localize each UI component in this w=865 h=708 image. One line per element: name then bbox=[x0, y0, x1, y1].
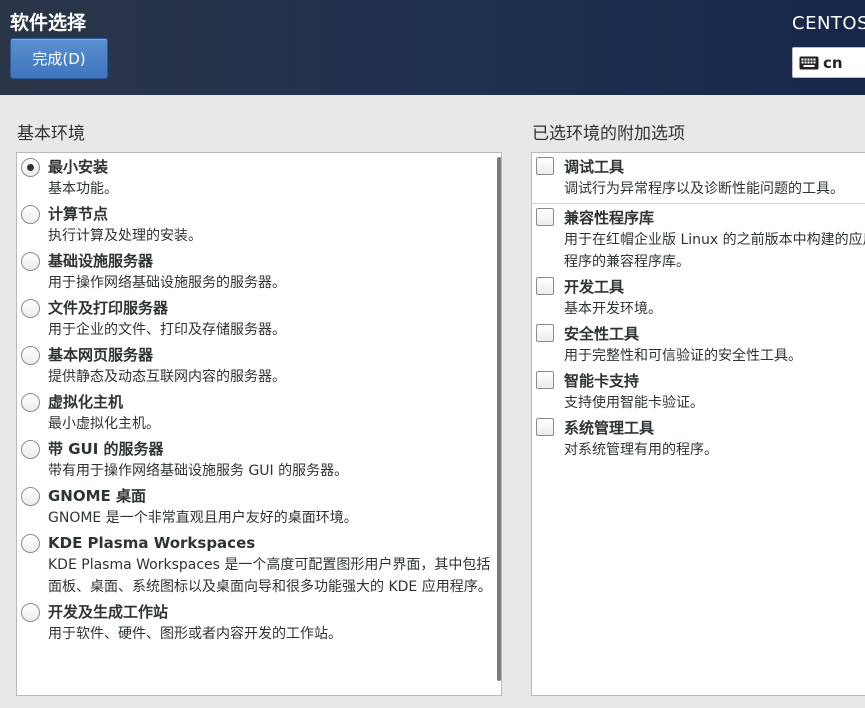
product-name: CENTOS bbox=[792, 13, 865, 34]
addon-name: 调试工具 bbox=[564, 158, 625, 176]
environment-name: 最小安装 bbox=[48, 158, 109, 176]
addon-description: 用于完整性和可信验证的安全性工具。 bbox=[564, 348, 802, 364]
radio-button[interactable] bbox=[21, 393, 40, 412]
environment-description: 带有用于操作网络基础设施服务 GUI 的服务器。 bbox=[48, 463, 349, 479]
radio-button[interactable] bbox=[21, 534, 40, 553]
addon-description: 调试行为异常程序以及诊断性能问题的工具。 bbox=[564, 181, 844, 197]
addons-heading: 已选环境的附加选项 bbox=[532, 124, 685, 144]
environment-name: KDE Plasma Workspaces bbox=[48, 534, 256, 552]
base-environment-list-panel: 最小安装基本功能。计算节点执行计算及处理的安装。 基础设施服务器用于操作网络基础设… bbox=[16, 152, 502, 696]
addon-name: 开发工具 bbox=[564, 278, 625, 296]
done-button[interactable]: 完成(D) bbox=[10, 38, 108, 79]
scrollbar-thumb[interactable] bbox=[497, 157, 501, 681]
addons-list: 调试工具调试行为异常程序以及诊断性能问题的工具。 兼容性程序库用于在红帽企业版 L… bbox=[532, 153, 865, 461]
base-environment-heading: 基本环境 bbox=[17, 124, 85, 144]
keyboard-icon bbox=[799, 56, 819, 69]
environment-description: 最小虚拟化主机。 bbox=[48, 416, 160, 432]
addon-name: 智能卡支持 bbox=[564, 372, 640, 390]
addon-description: 基本开发环境。 bbox=[564, 301, 662, 317]
environment-option[interactable]: GNOME 桌面 GNOME 是一个非常直观且用户友好的桌面环境。 bbox=[17, 482, 497, 529]
environment-name: 带 GUI 的服务器 bbox=[48, 440, 164, 458]
checkbox[interactable] bbox=[536, 324, 554, 342]
radio-button[interactable] bbox=[21, 252, 40, 271]
environment-description: GNOME 是一个非常直观且用户友好的桌面环境。 bbox=[48, 510, 358, 526]
checkbox[interactable] bbox=[536, 157, 554, 175]
environment-option[interactable]: 计算节点执行计算及处理的安装。 bbox=[17, 200, 497, 247]
checkbox[interactable] bbox=[536, 371, 554, 389]
addon-option[interactable]: 开发工具基本开发环境。 bbox=[532, 273, 865, 320]
addon-option[interactable]: 安全性工具用于完整性和可信验证的安全性工具。 bbox=[532, 320, 865, 367]
addon-option[interactable]: 调试工具调试行为异常程序以及诊断性能问题的工具。 bbox=[532, 153, 865, 200]
environment-description: 提供静态及动态互联网内容的服务器。 bbox=[48, 369, 286, 385]
list-fade bbox=[17, 681, 497, 695]
addon-name: 兼容性程序库 bbox=[564, 209, 655, 227]
page-title: 软件选择 bbox=[10, 12, 87, 34]
top-bar: 软件选择 完成(D) CENTOS cn bbox=[0, 0, 865, 95]
addon-description: 支持使用智能卡验证。 bbox=[564, 395, 704, 411]
environment-name: 文件及打印服务器 bbox=[48, 299, 169, 317]
environment-description: KDE Plasma Workspaces 是一个高度可配置图形用户界面，其中包… bbox=[48, 557, 492, 595]
radio-button[interactable] bbox=[21, 603, 40, 622]
radio-button[interactable] bbox=[21, 158, 40, 177]
radio-button[interactable] bbox=[21, 205, 40, 224]
addon-option[interactable]: 兼容性程序库用于在红帽企业版 Linux 的之前版本中构建的应用程序的兼容程序库… bbox=[532, 204, 865, 273]
checkbox[interactable] bbox=[536, 277, 554, 295]
keyboard-layout-indicator[interactable]: cn bbox=[792, 47, 865, 78]
addons-list-panel: 调试工具调试行为异常程序以及诊断性能问题的工具。 兼容性程序库用于在红帽企业版 L… bbox=[531, 152, 865, 696]
environment-option[interactable]: 基本网页服务器提供静态及动态互联网内容的服务器。 bbox=[17, 341, 497, 388]
environment-description: 基本功能。 bbox=[48, 181, 118, 197]
addon-option[interactable]: 系统管理工具对系统管理有用的程序。 bbox=[532, 414, 865, 461]
radio-button[interactable] bbox=[21, 487, 40, 506]
environment-name: GNOME 桌面 bbox=[48, 487, 147, 505]
radio-button[interactable] bbox=[21, 299, 40, 318]
environment-name: 基础设施服务器 bbox=[48, 252, 154, 270]
addon-description: 用于在红帽企业版 Linux 的之前版本中构建的应用程序的兼容程序库。 bbox=[564, 232, 865, 270]
environment-name: 虚拟化主机 bbox=[48, 393, 124, 411]
environment-description: 执行计算及处理的安装。 bbox=[48, 228, 202, 244]
environment-option[interactable]: 开发及生成工作站用于软件、硬件、图形或者内容开发的工作站。 bbox=[17, 598, 497, 645]
environment-description: 用于软件、硬件、图形或者内容开发的工作站。 bbox=[48, 626, 342, 642]
checkbox[interactable] bbox=[536, 208, 554, 226]
environment-description: 用于企业的文件、打印及存储服务器。 bbox=[48, 322, 286, 338]
environment-option[interactable]: 带 GUI 的服务器带有用于操作网络基础设施服务 GUI 的服务器。 bbox=[17, 435, 497, 482]
environment-description: 用于操作网络基础设施服务的服务器。 bbox=[48, 275, 286, 291]
radio-button[interactable] bbox=[21, 440, 40, 459]
base-environment-list: 最小安装基本功能。计算节点执行计算及处理的安装。 基础设施服务器用于操作网络基础设… bbox=[17, 153, 497, 645]
addon-name: 系统管理工具 bbox=[564, 419, 655, 437]
environment-option[interactable]: 文件及打印服务器用于企业的文件、打印及存储服务器。 bbox=[17, 294, 497, 341]
keyboard-layout-label: cn bbox=[823, 53, 843, 72]
addon-description: 对系统管理有用的程序。 bbox=[564, 442, 718, 458]
environment-option[interactable]: 虚拟化主机最小虚拟化主机。 bbox=[17, 388, 497, 435]
environment-name: 开发及生成工作站 bbox=[48, 603, 169, 621]
scrollbar[interactable] bbox=[497, 153, 501, 695]
environment-name: 计算节点 bbox=[48, 205, 109, 223]
addon-name: 安全性工具 bbox=[564, 325, 640, 343]
checkbox[interactable] bbox=[536, 418, 554, 436]
environment-option[interactable]: 基础设施服务器用于操作网络基础设施服务的服务器。 bbox=[17, 247, 497, 294]
radio-button[interactable] bbox=[21, 346, 40, 365]
environment-option[interactable]: 最小安装 基本功能。 bbox=[17, 153, 497, 200]
addon-option[interactable]: 智能卡支持支持使用智能卡验证。 bbox=[532, 367, 865, 414]
environment-name: 基本网页服务器 bbox=[48, 346, 154, 364]
environment-option[interactable]: KDE Plasma Workspaces KDE Plasma Workspac… bbox=[17, 529, 497, 598]
